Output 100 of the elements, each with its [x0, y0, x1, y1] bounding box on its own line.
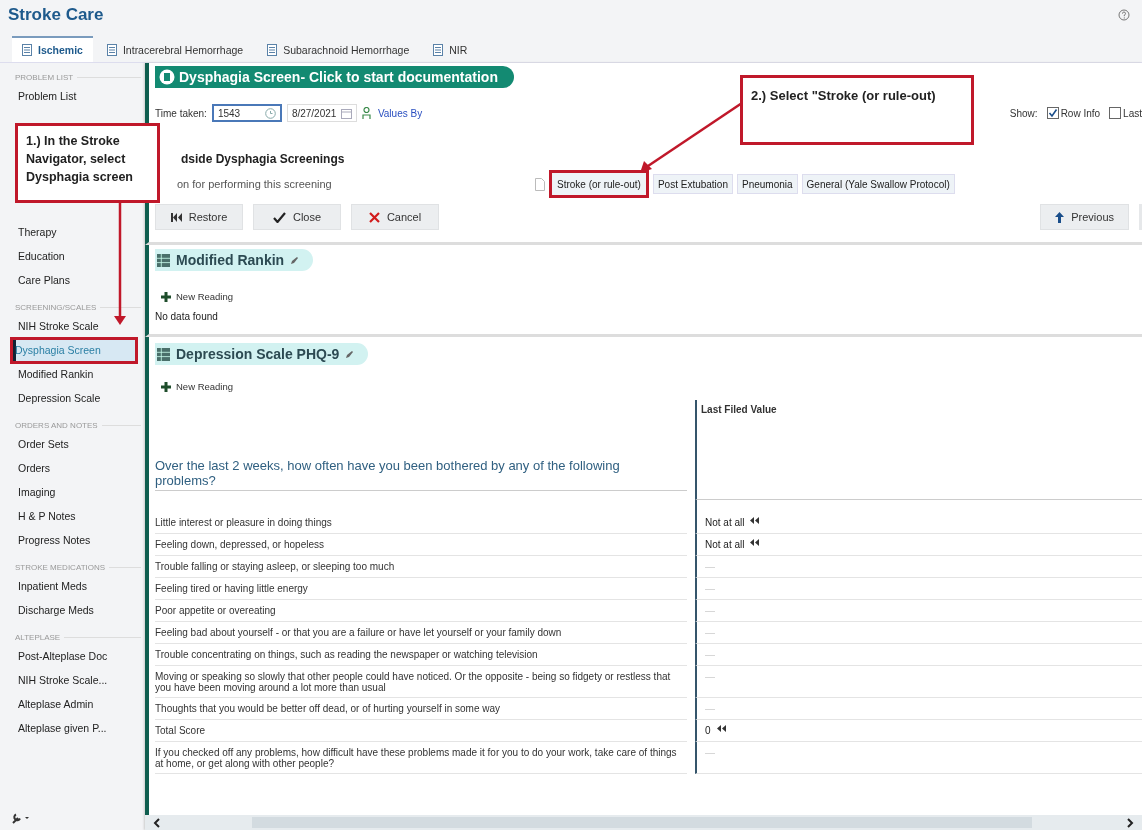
- value-text: —: [705, 561, 715, 572]
- protocol-button[interactable]: Stroke (or rule-out): [549, 170, 649, 198]
- sidebar-item[interactable]: NIH Stroke Scale...: [0, 667, 145, 694]
- show-checkbox[interactable]: Row Info: [1046, 107, 1101, 119]
- screening-heading: dside Dysphagia Screenings: [181, 152, 346, 166]
- tab[interactable]: NIR: [423, 38, 478, 62]
- document-icon: [535, 177, 545, 191]
- sidebar-item[interactable]: Education: [0, 243, 145, 270]
- question-label: Moving or speaking so slowly that other people could have noticed. Or the opposite - being so fidgety or restless that you have been moving around a lot more than usual: [155, 666, 687, 698]
- skip-back-icon: [170, 212, 182, 222]
- value-text: —: [705, 649, 715, 660]
- plus-icon: [161, 381, 171, 392]
- new-reading-button[interactable]: New Reading: [161, 291, 234, 302]
- table-icon: [157, 253, 170, 267]
- action-button[interactable]: Close: [253, 204, 341, 230]
- question-label: Feeling tired or having little energy: [155, 578, 687, 600]
- screening-instruction: on for performing this screening: [177, 178, 333, 190]
- sidebar-item[interactable]: Modified Rankin: [0, 361, 145, 388]
- protocol-button[interactable]: Post Extubation: [652, 174, 733, 194]
- clock-icon: [264, 107, 276, 119]
- table-icon: [157, 347, 170, 361]
- show-label: Show:: [1009, 107, 1038, 119]
- callout: 1.) In the Stroke Navigator, select Dysphagia screen: [15, 123, 160, 203]
- sidebar-item[interactable]: Depression Scale: [0, 385, 145, 412]
- values-by-link[interactable]: Values By: [377, 107, 423, 119]
- help-icon[interactable]: [1118, 9, 1130, 21]
- sidebar-item[interactable]: Alteplase Admin: [0, 691, 145, 718]
- empty-message: No data found: [155, 311, 219, 322]
- time-field[interactable]: 1543: [211, 104, 282, 122]
- wrench-icon[interactable]: [12, 812, 30, 824]
- sidebar-item[interactable]: Care Plans: [0, 267, 145, 294]
- question-heading: Over the last 2 weeks, how often have you been bothered by any of the following problems?: [155, 458, 621, 488]
- sidebar-item[interactable]: Dysphagia Screen: [10, 337, 138, 364]
- value-text: —: [705, 583, 715, 594]
- sidebar-item[interactable]: Post-Alteplase Doc: [0, 643, 145, 670]
- scroll-left-icon[interactable]: [153, 817, 160, 828]
- plus-icon: [161, 291, 171, 302]
- protocol-button[interactable]: Pneumonia: [736, 174, 798, 194]
- sidebar-item[interactable]: NIH Stroke Scale: [0, 313, 145, 340]
- value-text: —: [705, 671, 715, 682]
- column-header: Last Filed Value: [701, 404, 777, 415]
- date-field[interactable]: 8/27/2021: [286, 104, 357, 122]
- document-icon: [106, 44, 117, 56]
- value-text: Not at all: [705, 539, 745, 550]
- question-label: Trouble concentrating on things, such as reading the newspaper or watching television: [155, 644, 687, 666]
- action-button[interactable]: Restore: [155, 204, 243, 230]
- sidebar-item[interactable]: Orders: [0, 455, 145, 482]
- new-reading-button[interactable]: New Reading: [161, 381, 234, 392]
- question-label: Trouble falling or staying asleep, or sleeping too much: [155, 556, 687, 578]
- pencil-icon[interactable]: [290, 255, 300, 265]
- question-label: Total Score: [155, 720, 687, 742]
- section-header[interactable]: Depression Scale PHQ-9: [155, 343, 369, 365]
- section-header[interactable]: Modified Rankin: [155, 249, 314, 271]
- section-heading: ORDERS AND NOTES: [15, 421, 98, 430]
- value-text: —: [705, 703, 715, 714]
- section-header-button[interactable]: Dysphagia Screen- Click to start documentation: [155, 66, 514, 88]
- pencil-icon[interactable]: [345, 349, 355, 359]
- question-label: If you checked off any problems, how difficult have these problems made it for you to do your work, take care of things at home, or get along with other people?: [155, 742, 687, 774]
- question-label: Thoughts that you would be better off dead, or of hurting yourself in some way: [155, 698, 687, 720]
- sidebar-item[interactable]: Discharge Meds: [0, 597, 145, 624]
- question-label: Little interest or pleasure in doing things: [155, 512, 687, 534]
- value-text: —: [705, 605, 715, 616]
- protocol-button[interactable]: General (Yale Swallow Protocol): [801, 174, 955, 194]
- rewind-icon[interactable]: [750, 539, 760, 546]
- document-icon: [267, 44, 278, 56]
- app-title: Stroke Care: [8, 5, 104, 25]
- rewind-icon[interactable]: [750, 517, 760, 524]
- checkbox-icon[interactable]: [1109, 107, 1122, 119]
- tab[interactable]: Subarachnoid Hemorrhage: [257, 38, 420, 62]
- value-text: —: [705, 747, 715, 758]
- show-checkbox[interactable]: Last: [1109, 107, 1142, 119]
- sidebar-item[interactable]: Imaging: [0, 479, 145, 506]
- sidebar-item[interactable]: H & P Notes: [0, 503, 145, 530]
- sidebar-item[interactable]: Progress Notes: [0, 527, 145, 554]
- scroll-right-icon[interactable]: [1127, 817, 1134, 828]
- sidebar-item[interactable]: Order Sets: [0, 431, 145, 458]
- time-taken-label: Time taken:: [155, 107, 207, 119]
- tab[interactable]: Ischemic: [12, 36, 93, 62]
- section-heading: ALTEPLASE: [15, 633, 61, 642]
- value-text: —: [705, 627, 715, 638]
- sidebar-item[interactable]: Problem List: [0, 83, 145, 110]
- document-icon: [433, 44, 444, 56]
- sidebar-item[interactable]: Alteplase given P...: [0, 715, 145, 742]
- sidebar-item[interactable]: Therapy: [0, 219, 145, 246]
- action-button[interactable]: Cancel: [351, 204, 439, 230]
- arrow-up-icon: [1055, 211, 1065, 223]
- question-label: Feeling bad about yourself - or that you are a failure or have let yourself or your family down: [155, 622, 687, 644]
- horizontal-scrollbar[interactable]: [145, 815, 1142, 830]
- value-text: Not at all: [705, 517, 745, 528]
- calendar-icon: [340, 107, 352, 119]
- document-icon: [22, 44, 32, 56]
- checkmark-icon: [272, 211, 286, 223]
- question-label: Feeling down, depressed, or hopeless: [155, 534, 687, 556]
- previous-button[interactable]: Previous: [1040, 204, 1129, 230]
- checkbox-icon[interactable]: [1046, 107, 1059, 119]
- tab[interactable]: Intracerebral Hemorrhage: [96, 38, 254, 62]
- sidebar-item[interactable]: Inpatient Meds: [0, 573, 145, 600]
- value-text: 0: [705, 725, 711, 736]
- rewind-icon[interactable]: [716, 725, 726, 732]
- person-icon: [361, 107, 371, 119]
